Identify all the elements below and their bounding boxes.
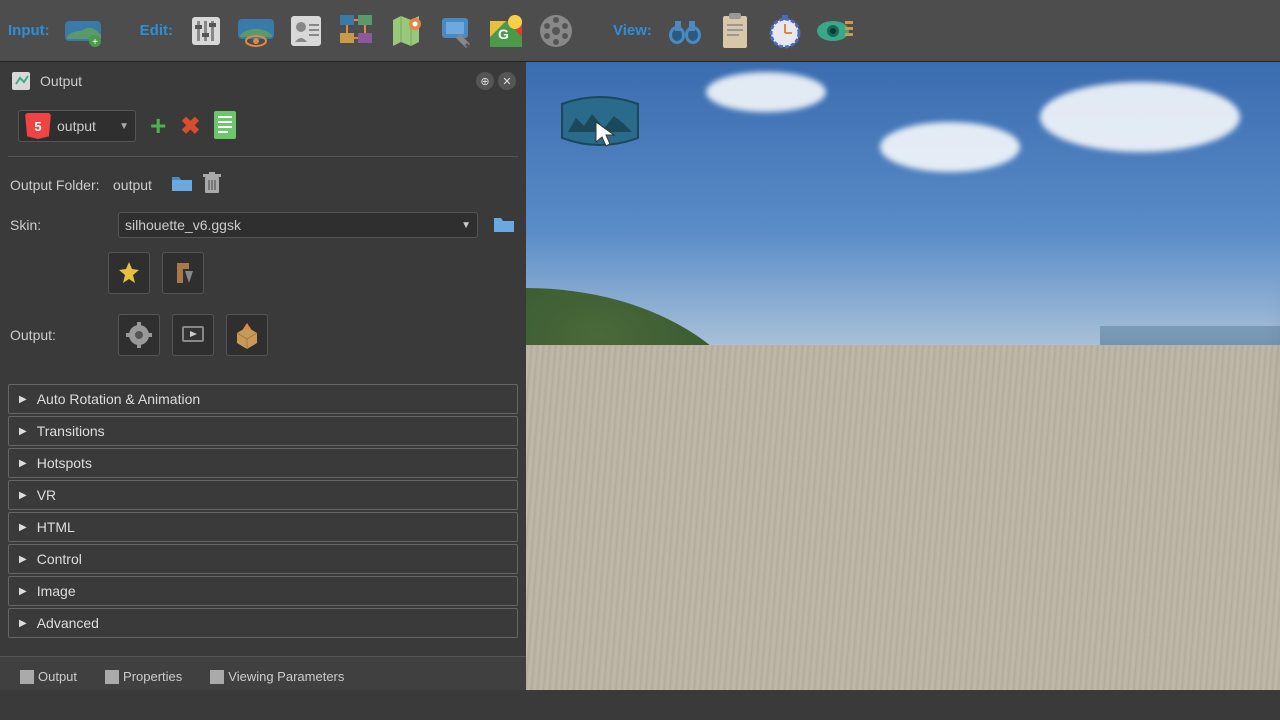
output-format-value: output xyxy=(57,118,96,134)
edit-map-icon[interactable] xyxy=(383,8,429,54)
edit-preview-icon[interactable] xyxy=(233,8,279,54)
list-doc-icon[interactable] xyxy=(214,111,236,142)
view-label: View: xyxy=(613,22,652,39)
accordion-hotspots[interactable]: ▶Hotspots xyxy=(8,448,518,478)
panorama-logo-icon xyxy=(558,94,638,150)
skin-edit-button[interactable] xyxy=(162,252,204,294)
output-settings-button[interactable] xyxy=(118,314,160,356)
tab-viewing[interactable]: Viewing Parameters xyxy=(200,663,354,690)
view-timer-icon[interactable] xyxy=(762,8,808,54)
main-toolbar: Input: + Edit: G View: xyxy=(0,0,1280,62)
output-panel: Output ⊕ ✕ 5 output ▼ + ✖ Output Folder:… xyxy=(0,62,526,690)
skin-dropdown[interactable]: silhouette_v6.ggsk ▼ xyxy=(118,212,478,238)
skin-label: Skin: xyxy=(10,217,62,233)
output-label: Output: xyxy=(10,327,62,343)
edit-skin-icon[interactable] xyxy=(433,8,479,54)
edit-google-icon[interactable]: G xyxy=(483,8,529,54)
panel-detach-icon[interactable]: ⊕ xyxy=(476,72,494,90)
browse-skin-icon[interactable] xyxy=(492,214,516,237)
accordion-advanced[interactable]: ▶Advanced xyxy=(8,608,518,638)
output-folder-value: output xyxy=(113,177,152,193)
input-panorama-icon[interactable]: + xyxy=(60,8,106,54)
output-package-button[interactable] xyxy=(226,314,268,356)
edit-animation-icon[interactable] xyxy=(533,8,579,54)
edit-userdata-icon[interactable] xyxy=(283,8,329,54)
edit-label: Edit: xyxy=(140,22,173,39)
edit-sliders-icon[interactable] xyxy=(183,8,229,54)
view-binoculars-icon[interactable] xyxy=(662,8,708,54)
browse-folder-icon[interactable] xyxy=(170,173,194,196)
accordion-image[interactable]: ▶Image xyxy=(8,576,518,606)
preview-viewport[interactable]: Save As: Tags: Where: wordpress ▲▼ ⌄ Can… xyxy=(526,62,1280,690)
html5-icon: 5 xyxy=(25,113,51,139)
output-panel-icon xyxy=(10,70,32,92)
settings-accordion: ▶Auto Rotation & Animation ▶Transitions … xyxy=(0,384,526,640)
chevron-down-icon: ▼ xyxy=(461,220,471,231)
output-format-dropdown[interactable]: 5 output ▼ xyxy=(18,110,136,142)
output-folder-label: Output Folder: xyxy=(10,177,105,193)
accordion-vr[interactable]: ▶VR xyxy=(8,480,518,510)
delete-folder-icon[interactable] xyxy=(202,171,222,198)
tab-output[interactable]: Output xyxy=(10,663,87,690)
svg-text:G: G xyxy=(498,26,509,42)
accordion-transitions[interactable]: ▶Transitions xyxy=(8,416,518,446)
input-label: Input: xyxy=(8,22,50,39)
skin-value: silhouette_v6.ggsk xyxy=(125,217,241,233)
accordion-auto-rotation[interactable]: ▶Auto Rotation & Animation xyxy=(8,384,518,414)
view-clipboard-icon[interactable] xyxy=(712,8,758,54)
remove-output-icon[interactable]: ✖ xyxy=(180,112,200,141)
add-output-icon[interactable]: + xyxy=(150,110,166,142)
tab-properties[interactable]: Properties xyxy=(95,663,192,690)
panel-title: Output xyxy=(40,73,82,89)
output-preview-button[interactable] xyxy=(172,314,214,356)
panel-close-icon[interactable]: ✕ xyxy=(498,72,516,90)
accordion-html[interactable]: ▶HTML xyxy=(8,512,518,542)
chevron-down-icon: ▼ xyxy=(119,121,129,132)
bottom-tabs: Output Properties Viewing Parameters xyxy=(0,656,526,690)
edit-tour-icon[interactable] xyxy=(333,8,379,54)
svg-text:+: + xyxy=(92,37,98,47)
accordion-control[interactable]: ▶Control xyxy=(8,544,518,574)
view-eye-icon[interactable] xyxy=(812,8,858,54)
skin-effects-button[interactable] xyxy=(108,252,150,294)
